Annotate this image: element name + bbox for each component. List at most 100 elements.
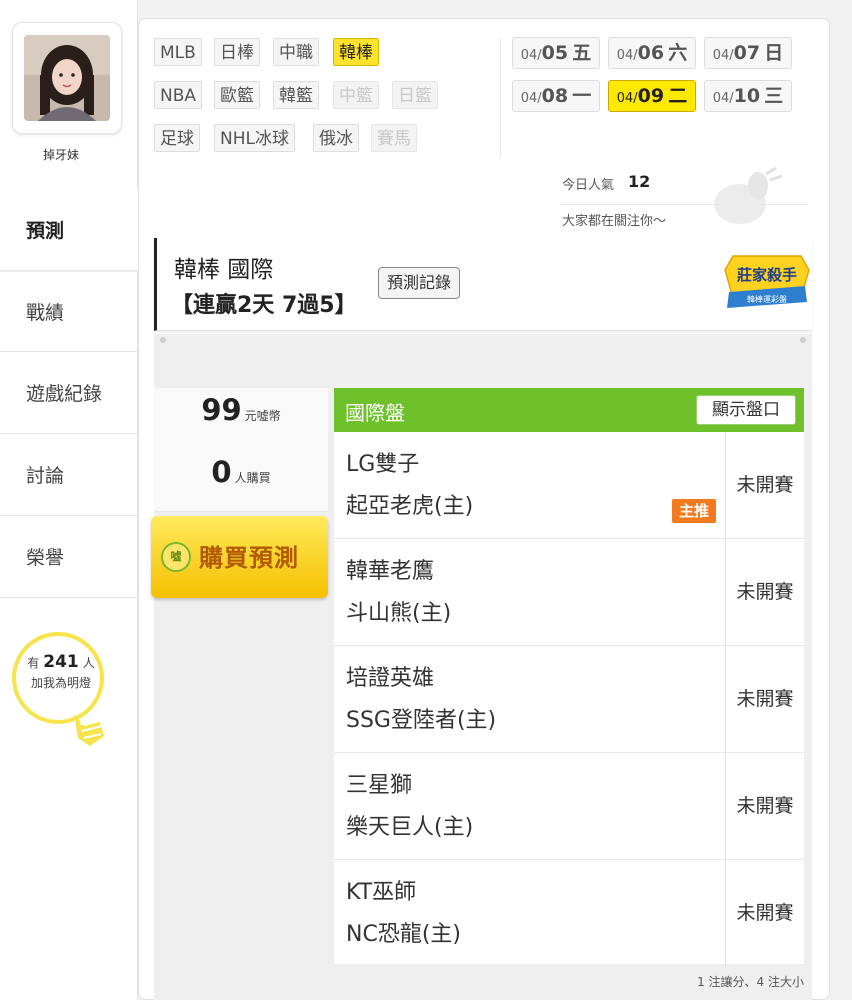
avatar <box>24 35 110 121</box>
game-teams: 培證英雄 SSG登陸者(主) <box>334 646 726 753</box>
date-day: 07 <box>733 42 761 64</box>
rivet <box>800 337 806 343</box>
game-teams: LG雙子 起亞老虎(主) 主推 <box>334 432 726 539</box>
date-tag-0408[interactable]: 04/08 一 <box>512 80 600 112</box>
game-row[interactable]: 三星獅 樂天巨人(主) 未開賽 <box>334 753 804 860</box>
game-row[interactable]: KT巫師 NC恐龍(主) 未開賽 <box>334 860 804 967</box>
fan-prefix: 有 <box>27 656 40 670</box>
popularity-caption: 大家都在關注你～ <box>562 214 667 229</box>
game-row[interactable]: 培證英雄 SSG登陸者(主) 未開賽 <box>334 646 804 753</box>
date-tag-0407[interactable]: 04/07 日 <box>704 37 792 69</box>
avatar-card[interactable] <box>12 22 122 134</box>
date-weekday: 六 <box>668 42 688 64</box>
sport-tag-horse-racing: 賽馬 <box>371 124 417 152</box>
date-day: 10 <box>733 85 761 107</box>
sport-tag-china-basketball: 中籃 <box>333 81 379 109</box>
sidebar: 掉牙妹 預測 戰績 遊戲紀錄 討論 榮譽 有 241 人 加我為明燈 <box>0 0 138 1000</box>
rivet <box>160 337 166 343</box>
date-weekday: 二 <box>668 85 688 107</box>
prediction-title-bar: 韓棒 國際 【連贏2天 7過5】 預測記錄 莊家殺手 韓棒運彩盤 <box>154 238 812 331</box>
mascot-icon <box>714 166 783 224</box>
sport-tag-soccer[interactable]: 足球 <box>154 124 200 152</box>
date-weekday: 一 <box>572 85 592 107</box>
sport-tag-japan-basketball: 日籃 <box>392 81 438 109</box>
game-status: 未開賽 <box>736 581 794 603</box>
date-month: 04/ <box>520 91 542 106</box>
date-tag-0406[interactable]: 04/06 六 <box>608 37 696 69</box>
away-team: 培證英雄 <box>346 666 435 691</box>
date-weekday: 五 <box>572 42 592 64</box>
price-unit: 元噓幣 <box>244 409 281 423</box>
date-day: 05 <box>541 42 569 64</box>
sport-tag-nhl[interactable]: NHL冰球 <box>214 124 295 152</box>
sidebar-item-game-log[interactable]: 遊戲紀錄 <box>0 352 138 434</box>
main-pick-badge: 主推 <box>672 499 716 523</box>
price-value: 99 <box>201 393 242 427</box>
game-teams: 韓華老鷹 斗山熊(主) <box>334 539 726 646</box>
popularity-value: 12 <box>628 172 651 191</box>
streak-label: 【連贏2天 7過5】 <box>171 293 357 318</box>
date-tag-0410[interactable]: 04/10 三 <box>704 80 792 112</box>
sidebar-item-honors[interactable]: 榮譽 <box>0 516 138 598</box>
date-month: 04/ <box>520 48 542 63</box>
away-team: KT巫師 <box>346 880 417 905</box>
away-team: 三星獅 <box>346 773 413 798</box>
home-team: 樂天巨人(主) <box>346 815 474 840</box>
username: 掉牙妹 <box>42 148 79 162</box>
page: 掉牙妹 預測 戰績 遊戲紀錄 討論 榮譽 有 241 人 加我為明燈 MLB 日… <box>0 0 852 1000</box>
date-weekday: 三 <box>764 85 784 107</box>
bookie-killer-badge: 莊家殺手 韓棒運彩盤 <box>724 255 810 308</box>
games-header: 國際盤 顯示盤口 <box>334 388 804 432</box>
bet-summary: 1 注讓分、4 注大小 <box>697 975 804 989</box>
date-tag-0409[interactable]: 04/09 二 <box>608 80 696 112</box>
sport-tag-cpbl[interactable]: 中職 <box>273 38 319 66</box>
home-team: SSG登陸者(主) <box>346 708 497 733</box>
pricing-column: 99 元噓幣 0 人購買 <box>154 388 328 1000</box>
show-lines-button[interactable]: 顯示盤口 <box>696 395 796 425</box>
buyers-unit: 人購買 <box>234 471 271 485</box>
sidebar-item-discussion[interactable]: 討論 <box>0 434 138 516</box>
sport-tag-mlb[interactable]: MLB <box>154 38 202 66</box>
sport-tag-euro-basketball[interactable]: 歐籃 <box>214 81 260 109</box>
sidebar-item-prediction[interactable]: 預測 <box>0 188 138 270</box>
buy-prediction-button[interactable]: 噓 購買預測 <box>151 516 328 598</box>
sport-tag-npb[interactable]: 日棒 <box>214 38 260 66</box>
divider <box>560 204 808 205</box>
date-tag-0405[interactable]: 04/05 五 <box>512 37 600 69</box>
game-status: 未開賽 <box>736 474 794 496</box>
league-title: 韓棒 國際 <box>174 257 274 283</box>
badge-subtitle: 韓棒運彩盤 <box>747 294 787 304</box>
game-teams: KT巫師 NC恐龍(主) <box>334 860 726 967</box>
fan-caption: 加我為明燈 <box>30 676 91 690</box>
date-day: 08 <box>541 85 569 107</box>
date-month: 04/ <box>616 91 638 106</box>
home-team: 起亞老虎(主) <box>346 494 474 519</box>
popularity-label: 今日人氣 <box>562 178 615 193</box>
buyers-row: 0 人購買 <box>154 432 328 512</box>
fan-count-number: 241 <box>43 652 79 672</box>
divider <box>500 38 501 158</box>
game-row[interactable]: LG雙子 起亞老虎(主) 主推 未開賽 <box>334 432 804 539</box>
sport-tag-kbo[interactable]: 韓棒 <box>333 38 379 66</box>
sport-tag-nba[interactable]: NBA <box>154 81 203 109</box>
away-team: LG雙子 <box>346 452 420 477</box>
date-day: 09 <box>637 85 665 107</box>
game-status: 未開賽 <box>736 902 794 924</box>
games-header-title: 國際盤 <box>345 401 405 425</box>
game-row[interactable]: 韓華老鷹 斗山熊(主) 未開賽 <box>334 539 804 646</box>
game-status: 未開賽 <box>736 688 794 710</box>
fan-count[interactable]: 有 241 人 加我為明燈 <box>14 652 108 693</box>
coin-icon: 噓 <box>161 542 191 572</box>
games-table: 國際盤 顯示盤口 LG雙子 起亞老虎(主) 主推 未開賽 韓華老鷹 斗山熊(主)… <box>334 388 804 967</box>
date-day: 06 <box>637 42 665 64</box>
fan-suffix: 人 <box>82 656 95 670</box>
sidebar-item-record[interactable]: 戰績 <box>0 270 138 352</box>
badge-title: 莊家殺手 <box>737 266 797 284</box>
sport-tag-khl[interactable]: 俄冰 <box>313 124 359 152</box>
date-weekday: 日 <box>764 42 784 64</box>
date-month: 04/ <box>616 48 638 63</box>
prediction-record-button[interactable]: 預測記錄 <box>378 267 461 299</box>
buy-prediction-label: 購買預測 <box>199 544 299 572</box>
date-month: 04/ <box>712 91 734 106</box>
sport-tag-korea-basketball[interactable]: 韓籃 <box>273 81 319 109</box>
